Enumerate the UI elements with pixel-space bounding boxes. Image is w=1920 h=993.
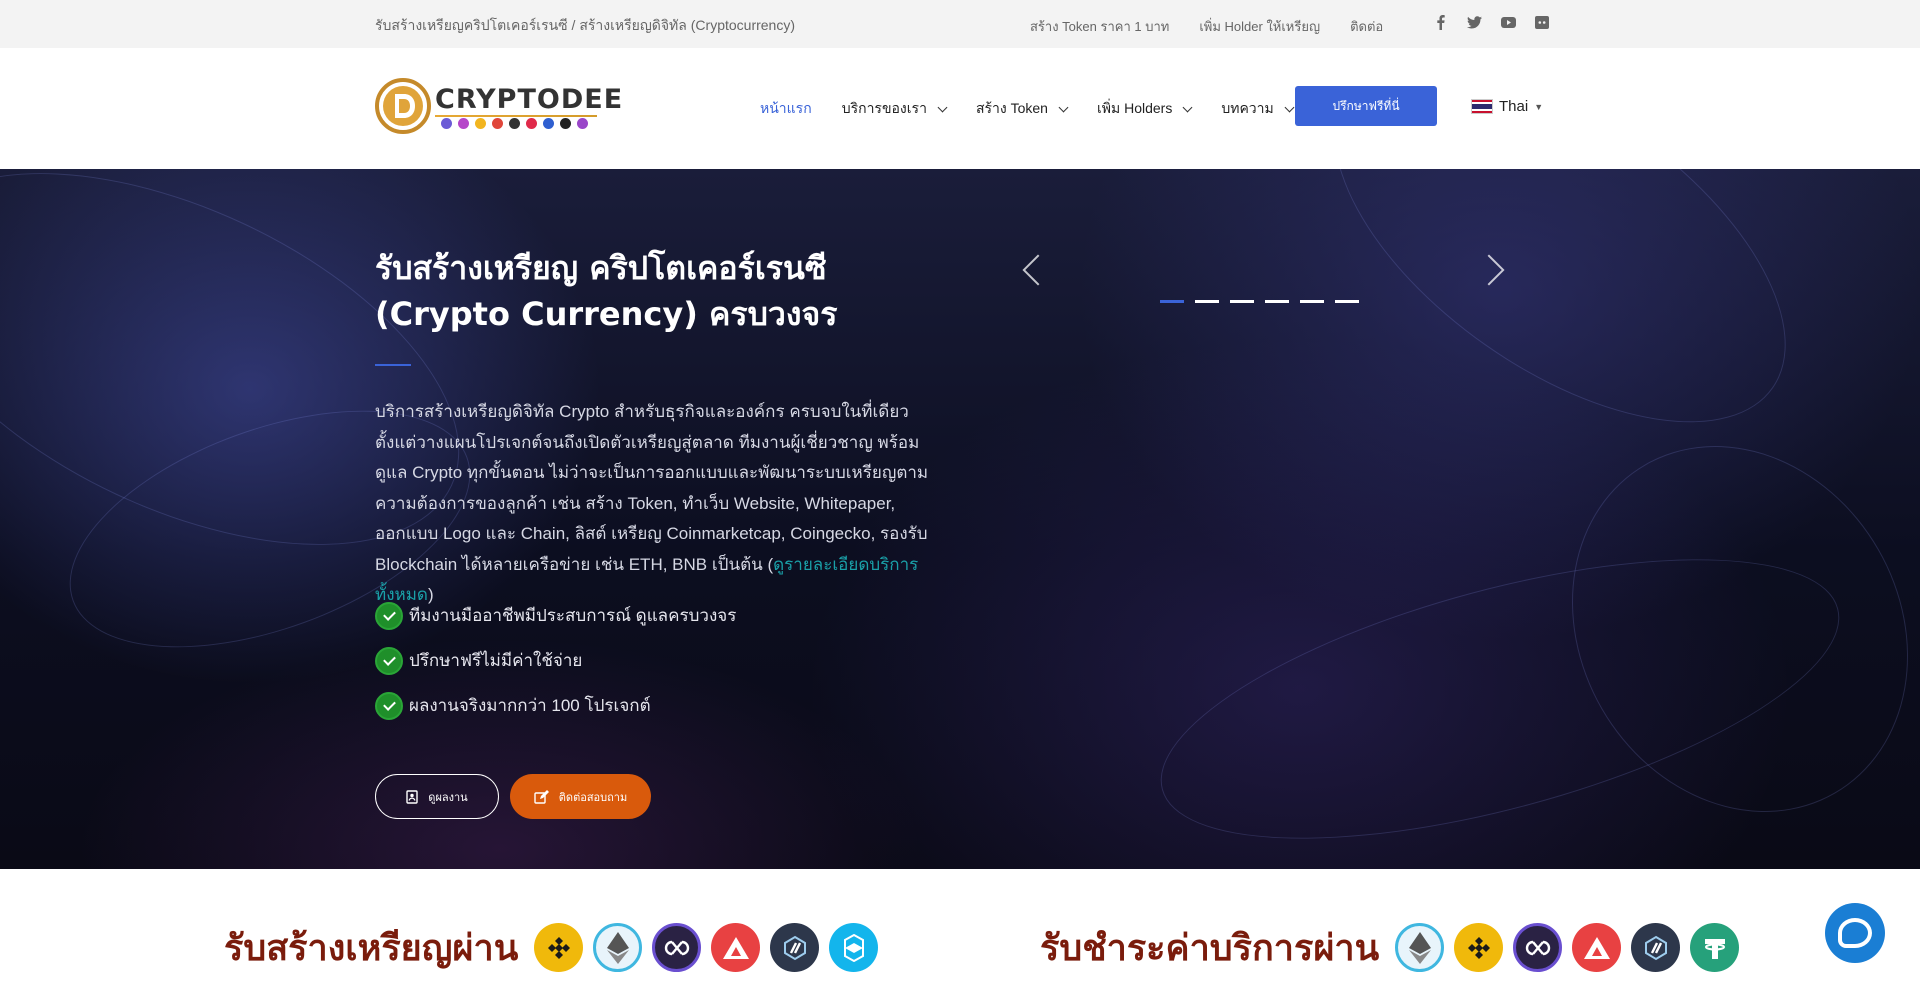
feature-item: ปรึกษาฟรีไม่มีค่าใช้จ่าย	[375, 638, 736, 683]
slider-dot[interactable]	[1300, 300, 1324, 303]
create-via-label: รับสร้างเหรียญผ่าน	[224, 927, 519, 969]
top-bar: รับสร้างเหรียญคริปโตเคอร์เรนซี / สร้างเห…	[0, 0, 1920, 48]
bnb-icon	[534, 923, 584, 972]
check-circle-icon	[375, 601, 403, 630]
hero-description-text: บริการสร้างเหรียญดิจิทัล Crypto สำหรับธุ…	[375, 402, 929, 574]
nav-item-home[interactable]: หน้าแรก	[760, 98, 812, 120]
logo-coin-row	[441, 118, 588, 129]
main-nav: หน้าแรก บริการของเรา สร้าง Token เพิ่ม H…	[760, 98, 1295, 120]
background-wisp	[1272, 169, 1848, 495]
hero-description: บริการสร้างเหรียญดิจิทัล Crypto สำหรับธุ…	[375, 397, 945, 611]
slider-dot[interactable]	[1160, 300, 1184, 303]
portfolio-button-label: ดูผลงาน	[428, 791, 468, 804]
social-links	[1432, 14, 1550, 30]
hero-feature-list: ทีมงานมืออาชีพมีประสบการณ์ ดูแลครบวงจร ป…	[375, 593, 736, 728]
check-circle-icon	[375, 691, 403, 720]
contact-button-label: ติดต่อสอบถาม	[558, 791, 628, 804]
facebook-icon[interactable]	[1432, 14, 1448, 30]
chevron-down-icon	[937, 102, 948, 112]
portfolio-button[interactable]: ดูผลงาน	[375, 774, 499, 819]
top-links: สร้าง Token ราคา 1 บาท เพิ่ม Holder ให้เ…	[1030, 16, 1383, 37]
feature-item: ทีมงานมืออาชีพมีประสบการณ์ ดูแลครบวงจร	[375, 593, 736, 638]
hero-section: รับสร้างเหรียญ คริปโตเคอร์เรนซี (Crypto …	[0, 169, 1920, 869]
bnb-icon	[1454, 923, 1504, 972]
nav-item-add-holders[interactable]: เพิ่ม Holders	[1096, 98, 1193, 120]
discord-icon[interactable]	[1534, 14, 1550, 30]
polygon-icon	[652, 923, 702, 972]
top-tagline: รับสร้างเหรียญคริปโตเคอร์เรนซี / สร้างเห…	[375, 17, 795, 33]
slider-dot[interactable]	[1335, 300, 1359, 303]
hero-title: รับสร้างเหรียญ คริปโตเคอร์เรนซี (Crypto …	[375, 249, 838, 333]
slider-dot[interactable]	[1195, 300, 1219, 303]
avalanche-icon	[711, 923, 761, 972]
contact-button[interactable]: ติดต่อสอบถาม	[510, 774, 651, 819]
consult-button[interactable]: ปรึกษาฟรีที่นี่	[1295, 86, 1437, 126]
top-link-contact[interactable]: ติดต่อ	[1350, 16, 1383, 37]
feature-item: ผลงานจริงมากกว่า 100 โปรเจกต์	[375, 683, 736, 728]
main-header: CRYPTODEE หน้าแรก บริการของเรา สร้าง Tok…	[0, 48, 1920, 169]
slider-dot[interactable]	[1230, 300, 1254, 303]
create-via-group: รับสร้างเหรียญผ่าน	[224, 919, 879, 976]
slider-dot[interactable]	[1265, 300, 1289, 303]
logo-underline	[435, 115, 597, 117]
nav-item-services[interactable]: บริการของเรา	[841, 98, 948, 120]
slider-prev-arrow-icon[interactable]	[1022, 254, 1054, 286]
edit-icon	[534, 789, 549, 804]
chat-bubble-icon[interactable]	[1825, 903, 1885, 963]
language-selector[interactable]: Thai ▼	[1471, 98, 1543, 115]
nav-item-create-token[interactable]: สร้าง Token	[975, 98, 1069, 120]
ethereum-icon	[593, 923, 643, 972]
site-logo[interactable]: CRYPTODEE	[375, 78, 622, 136]
avalanche-icon	[1572, 923, 1622, 972]
top-link-create-token[interactable]: สร้าง Token ราคา 1 บาท	[1030, 16, 1169, 37]
chevron-down-icon	[1284, 102, 1295, 112]
logo-brand-text: CRYPTODEE	[435, 84, 624, 115]
payment-via-group: รับชำระค่าบริการผ่าน	[1040, 919, 1740, 976]
ethereum-icon	[1395, 923, 1445, 972]
language-label: Thai	[1499, 98, 1529, 115]
nav-item-create-token-label: สร้าง Token	[975, 100, 1048, 116]
blockchain-banner: รับสร้างเหรียญผ่าน รับชำระค่าบริการผ่าน	[0, 869, 1920, 993]
slider-dots	[1160, 300, 1359, 303]
arbitrum-icon	[1631, 923, 1681, 972]
fantom-icon	[829, 923, 879, 972]
thai-flag-icon	[1471, 99, 1493, 114]
feature-item-label: ผลงานจริงมากกว่า 100 โปรเจกต์	[409, 696, 651, 715]
feature-item-label: ทีมงานมืออาชีพมีประสบการณ์ ดูแลครบวงจร	[409, 606, 737, 625]
check-circle-icon	[375, 646, 403, 675]
arbitrum-icon	[770, 923, 820, 972]
youtube-icon[interactable]	[1500, 14, 1516, 30]
feature-item-label: ปรึกษาฟรีไม่มีค่าใช้จ่าย	[409, 651, 583, 670]
chevron-down-icon	[1058, 102, 1069, 112]
contact-card-icon	[406, 789, 418, 804]
logo-coin-icon	[375, 78, 431, 134]
nav-item-home-label: หน้าแรก	[760, 100, 812, 116]
chevron-down-icon	[1182, 102, 1193, 112]
top-link-add-holder[interactable]: เพิ่ม Holder ให้เหรียญ	[1199, 16, 1320, 37]
payment-via-label: รับชำระค่าบริการผ่าน	[1040, 927, 1380, 969]
nav-item-articles[interactable]: บทความ	[1221, 98, 1295, 120]
nav-item-articles-label: บทความ	[1221, 100, 1274, 116]
twitter-icon[interactable]	[1466, 14, 1482, 30]
nav-item-services-label: บริการของเรา	[841, 100, 927, 116]
caret-down-icon: ▼	[1534, 101, 1544, 112]
hero-title-rule	[375, 364, 411, 366]
tether-icon	[1690, 923, 1740, 972]
polygon-icon	[1513, 923, 1563, 972]
nav-item-add-holders-label: เพิ่ม Holders	[1096, 100, 1173, 116]
